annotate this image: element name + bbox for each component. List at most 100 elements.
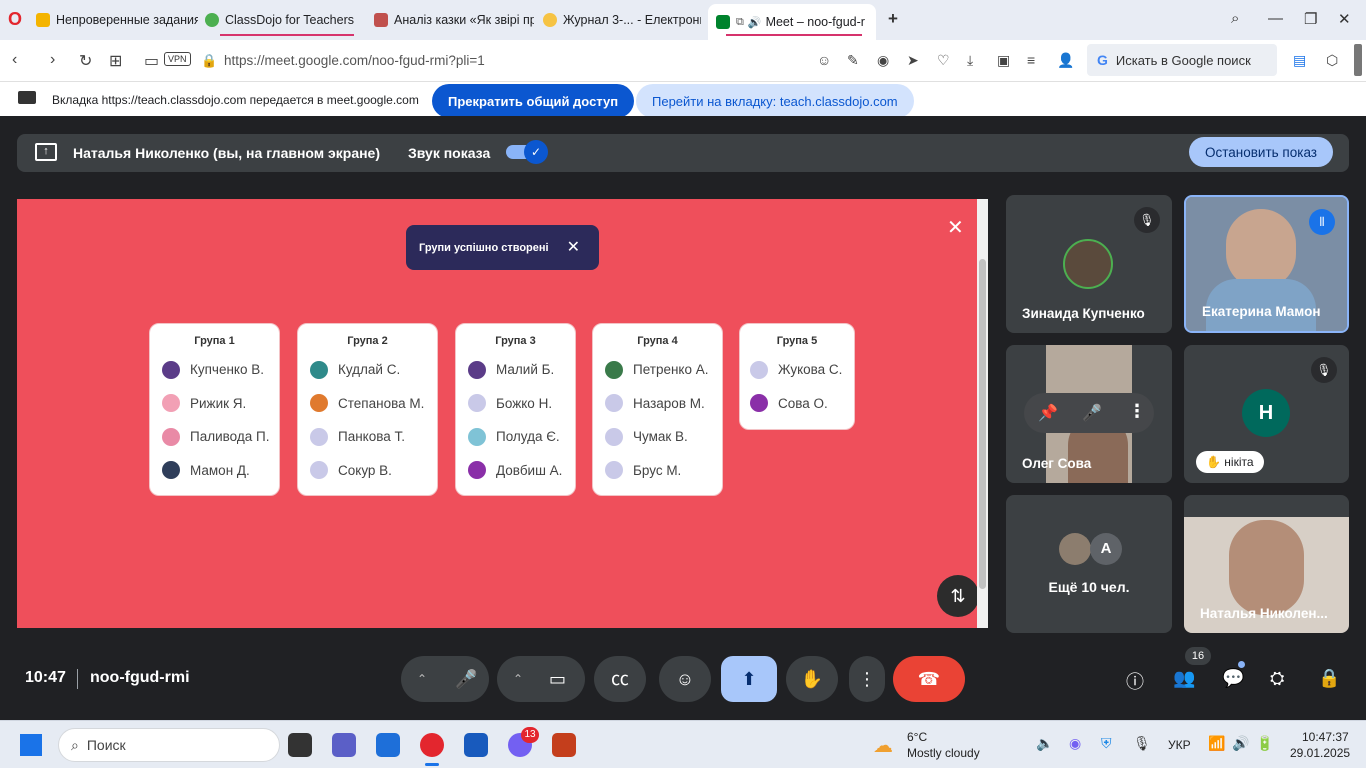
back-icon[interactable]: ‹ xyxy=(12,51,17,69)
windows-start-icon[interactable] xyxy=(20,734,42,756)
mic-icon[interactable]: 🎤 xyxy=(1082,403,1102,423)
mic-tray-icon[interactable]: 🎙 xyxy=(1133,735,1151,752)
google-search-box[interactable]: G Искать в Google поиск xyxy=(1087,44,1277,76)
leave-call-button[interactable]: ☎ xyxy=(893,656,965,702)
taskbar-search[interactable]: ⌕ Поиск xyxy=(58,728,280,762)
group-member[interactable]: Купченко В. xyxy=(150,353,279,387)
powerpoint-app-icon[interactable] xyxy=(552,733,576,757)
tab-unreviewed-tasks[interactable]: Непроверенные задания xyxy=(36,6,198,34)
scroll-thumb[interactable] xyxy=(979,259,986,589)
weather-icon[interactable]: ☁ xyxy=(873,733,893,758)
group-member[interactable]: Сокур В. xyxy=(298,454,437,488)
group-member[interactable]: Жукова С. xyxy=(740,353,854,387)
group-member[interactable]: Назаров М. xyxy=(593,387,722,421)
meeting-info-icon[interactable]: ⓘ xyxy=(1126,668,1144,694)
present-button[interactable]: ⬆ xyxy=(721,656,777,702)
group-member[interactable]: Сова О. xyxy=(740,387,854,421)
extensions-icon[interactable]: ⬡ xyxy=(1326,52,1338,69)
mic-icon[interactable]: 🎤 xyxy=(455,656,477,702)
download-icon[interactable]: ⤓ xyxy=(967,52,973,69)
speed-dial-icon[interactable]: ⊞ xyxy=(109,51,122,71)
swap-layout-icon[interactable]: ⇅ xyxy=(937,575,977,617)
video-options-icon[interactable]: ⌃ xyxy=(513,656,523,702)
profile-icon[interactable]: 👤 xyxy=(1057,52,1074,69)
audio-options-icon[interactable]: ⌃ xyxy=(417,656,427,702)
input-language[interactable]: УКР xyxy=(1168,738,1191,752)
heart-icon[interactable]: ♡ xyxy=(937,52,950,69)
more-participants-tile[interactable]: A Ещё 10 чел. xyxy=(1006,495,1172,633)
activities-icon[interactable]: ⛭ xyxy=(1270,668,1284,689)
maximize-icon[interactable]: ❐ xyxy=(1304,10,1317,28)
pip-icon[interactable]: ⧉ xyxy=(736,16,744,29)
go-to-tab-button[interactable]: Перейти на вкладку: teach.classdojo.com xyxy=(636,84,914,118)
task-view-icon[interactable] xyxy=(288,733,312,757)
people-icon[interactable]: 👥 xyxy=(1173,668,1195,689)
speaker-icon[interactable]: 🔊 xyxy=(748,16,762,29)
more-options-icon[interactable]: ⋮ xyxy=(1128,401,1146,422)
toast-close-icon[interactable]: ✕ xyxy=(567,237,580,257)
group-member[interactable]: Брус М. xyxy=(593,454,722,488)
tab-journal[interactable]: Журнал 3-... - Електронні xyxy=(543,6,701,34)
lock-icon[interactable]: 🔒 xyxy=(201,53,217,69)
group-member[interactable]: Божко Н. xyxy=(456,387,575,421)
participant-tile[interactable]: Наталья Николен... xyxy=(1184,495,1349,633)
group-member[interactable]: Паливода П. xyxy=(150,420,279,454)
shared-scrollbar[interactable] xyxy=(977,199,988,628)
store-icon[interactable] xyxy=(376,733,400,757)
tab-search-icon[interactable]: ⌕ xyxy=(1231,10,1239,27)
present-sound-toggle[interactable]: ✓ xyxy=(506,140,548,164)
snapshot-icon[interactable]: ◉ xyxy=(877,52,889,69)
camera-icon[interactable]: ▭ xyxy=(549,656,566,702)
pin-icon[interactable]: 📌 xyxy=(1038,403,1058,423)
group-member[interactable]: Полуда Є. xyxy=(456,420,575,454)
vpn-badge[interactable]: VPN xyxy=(164,52,191,66)
sidebar-icon[interactable]: ▤ xyxy=(1293,52,1306,69)
opera-logo-icon[interactable]: O xyxy=(8,9,22,30)
emoji-icon[interactable]: ☺ xyxy=(817,52,831,68)
browser-scrollbar[interactable] xyxy=(1354,44,1362,76)
stop-sharing-button[interactable]: Прекратить общий доступ xyxy=(432,84,635,118)
url-field[interactable]: https://meet.google.com/noo-fgud-rmi?pli… xyxy=(224,53,485,68)
stop-presenting-button[interactable]: Остановить показ xyxy=(1189,137,1334,167)
group-member[interactable]: Довбиш А. xyxy=(456,454,575,488)
group-member[interactable]: Чумак В. xyxy=(593,420,722,454)
volume-muted-icon[interactable]: 🔈 xyxy=(1036,735,1053,752)
camera-icon[interactable]: ▭ xyxy=(144,51,159,71)
wifi-icon[interactable]: 📶 xyxy=(1208,735,1225,752)
group-member[interactable]: Мамон Д. xyxy=(150,454,279,488)
opera-app-icon[interactable] xyxy=(420,733,444,757)
easy-setup-icon[interactable]: ≡ xyxy=(1027,52,1035,68)
group-member[interactable]: Кудлай С. xyxy=(298,353,437,387)
captions-button[interactable]: ㏄ xyxy=(594,656,646,702)
more-options-button[interactable]: ⋮ xyxy=(849,656,885,702)
reactions-button[interactable]: ☺ xyxy=(659,656,711,702)
clock-time[interactable]: 10:47:37 xyxy=(1302,730,1349,744)
chat-icon[interactable]: 💬 xyxy=(1222,668,1244,689)
group-member[interactable]: Рижик Я. xyxy=(150,387,279,421)
new-tab-button[interactable]: + xyxy=(888,9,898,29)
edit-icon[interactable]: ✎ xyxy=(847,52,859,69)
tab-fairy-tale-analysis[interactable]: Аналіз казки «Як звірі пр xyxy=(374,6,534,34)
word-app-icon[interactable] xyxy=(464,733,488,757)
participant-tile[interactable]: ⦀ Екатерина Мамон xyxy=(1184,195,1349,333)
group-member[interactable]: Малий Б. xyxy=(456,353,575,387)
battery-icon[interactable]: 🔋 xyxy=(1256,735,1273,752)
speaker-icon[interactable]: 🔊 xyxy=(1232,735,1249,752)
reload-icon[interactable]: ↻ xyxy=(79,51,92,71)
video-popout-icon[interactable]: ▣ xyxy=(997,52,1010,69)
viber-tray-icon[interactable]: ◉ xyxy=(1069,735,1081,752)
participant-tile[interactable]: 🎙 Зинаида Купченко xyxy=(1006,195,1172,333)
raise-hand-button[interactable]: ✋ xyxy=(786,656,838,702)
forward-icon[interactable]: › xyxy=(50,51,55,69)
minimize-icon[interactable]: — xyxy=(1268,10,1283,27)
group-member[interactable]: Панкова Т. xyxy=(298,420,437,454)
security-tray-icon[interactable]: ⛨ xyxy=(1101,735,1112,752)
send-icon[interactable]: ➤ xyxy=(907,52,919,69)
close-window-icon[interactable]: ✕ xyxy=(1338,10,1351,28)
participant-tile[interactable]: 📌 🎤 ⋮ Олег Сова xyxy=(1006,345,1172,483)
group-member[interactable]: Степанова М. xyxy=(298,387,437,421)
meet-app-icon[interactable] xyxy=(332,733,356,757)
clock-date[interactable]: 29.01.2025 xyxy=(1290,746,1350,760)
group-member[interactable]: Петренко А. xyxy=(593,353,722,387)
close-icon[interactable]: ✕ xyxy=(947,215,964,240)
